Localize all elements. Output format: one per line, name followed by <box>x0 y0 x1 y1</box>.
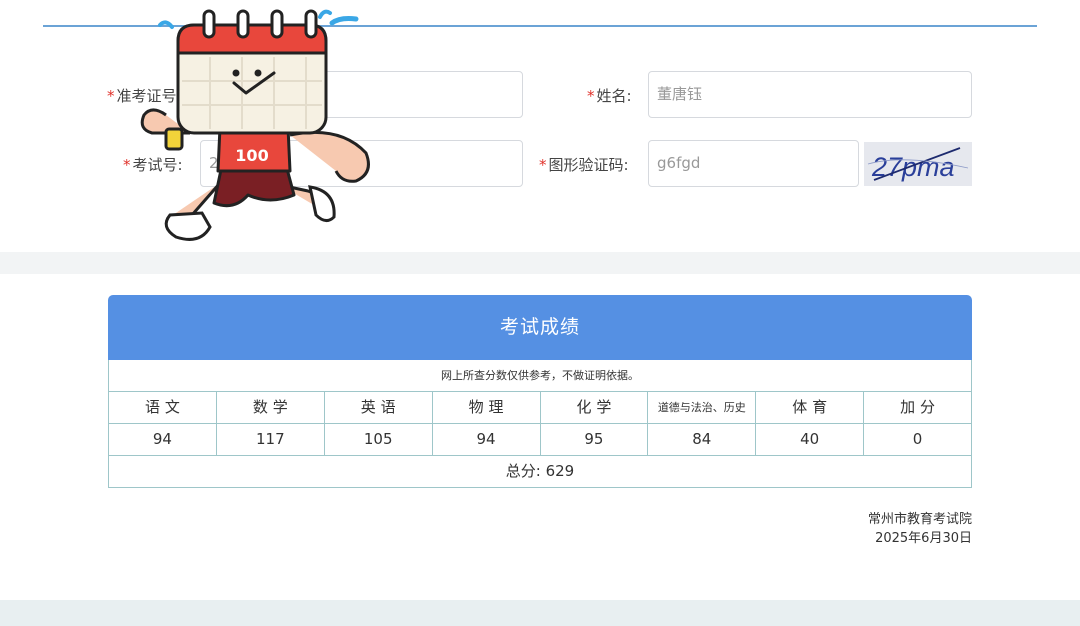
captcha-icon: 27pma <box>864 142 972 186</box>
svg-text:100: 100 <box>235 146 268 165</box>
subject-header: 化 学 <box>539 392 648 423</box>
subject-header: 物 理 <box>431 392 540 423</box>
results-notice: 网上所查分数仅供参考，不做证明依据。 <box>108 360 972 392</box>
bottom-band <box>0 600 1080 626</box>
subject-header: 体 育 <box>755 392 863 423</box>
subject-header: 道德与法治、历史 <box>647 392 755 423</box>
score-cell: 84 <box>647 424 755 455</box>
total-score: 总分: 629 <box>108 456 972 488</box>
score-cell: 117 <box>215 424 324 455</box>
results-card: 考试成绩 网上所查分数仅供参考，不做证明依据。 语 文 数 学 英 语 物 理 … <box>108 295 972 488</box>
subject-header: 语 文 <box>145 398 180 416</box>
captcha-image[interactable]: 27pma <box>864 142 972 186</box>
subject-header: 加 分 <box>863 392 971 423</box>
results-title: 考试成绩 <box>108 295 972 360</box>
subject-header: 英 语 <box>323 392 432 423</box>
svg-text:27pma: 27pma <box>871 152 955 182</box>
score-cell: 0 <box>863 424 971 455</box>
footer: 常州市教育考试院 2025年6月30日 <box>868 510 972 548</box>
score-cell: 94 <box>152 430 172 448</box>
subject-header: 数 学 <box>215 392 324 423</box>
score-cell: 94 <box>431 424 540 455</box>
subject-row: 语 文 数 学 英 语 物 理 化 学 道德与法治、历史 体 育 加 分 <box>108 392 972 424</box>
footer-org: 常州市教育考试院 <box>867 512 972 527</box>
running-calendar-mascot-icon: 100 <box>140 9 370 241</box>
section-separator <box>0 252 1080 274</box>
name-input[interactable]: 董唐钰 <box>648 71 972 118</box>
captcha-input[interactable]: g6fgd <box>648 140 859 187</box>
score-cell: 40 <box>755 424 863 455</box>
footer-date: 2025年6月30日 <box>875 531 972 546</box>
name-label: * 姓名: <box>587 87 632 105</box>
score-cell: 95 <box>539 424 648 455</box>
score-row: 94 117 105 94 95 84 40 0 <box>108 424 972 456</box>
score-cell: 105 <box>323 424 432 455</box>
captcha-label: * 图形验证码: <box>539 156 629 174</box>
